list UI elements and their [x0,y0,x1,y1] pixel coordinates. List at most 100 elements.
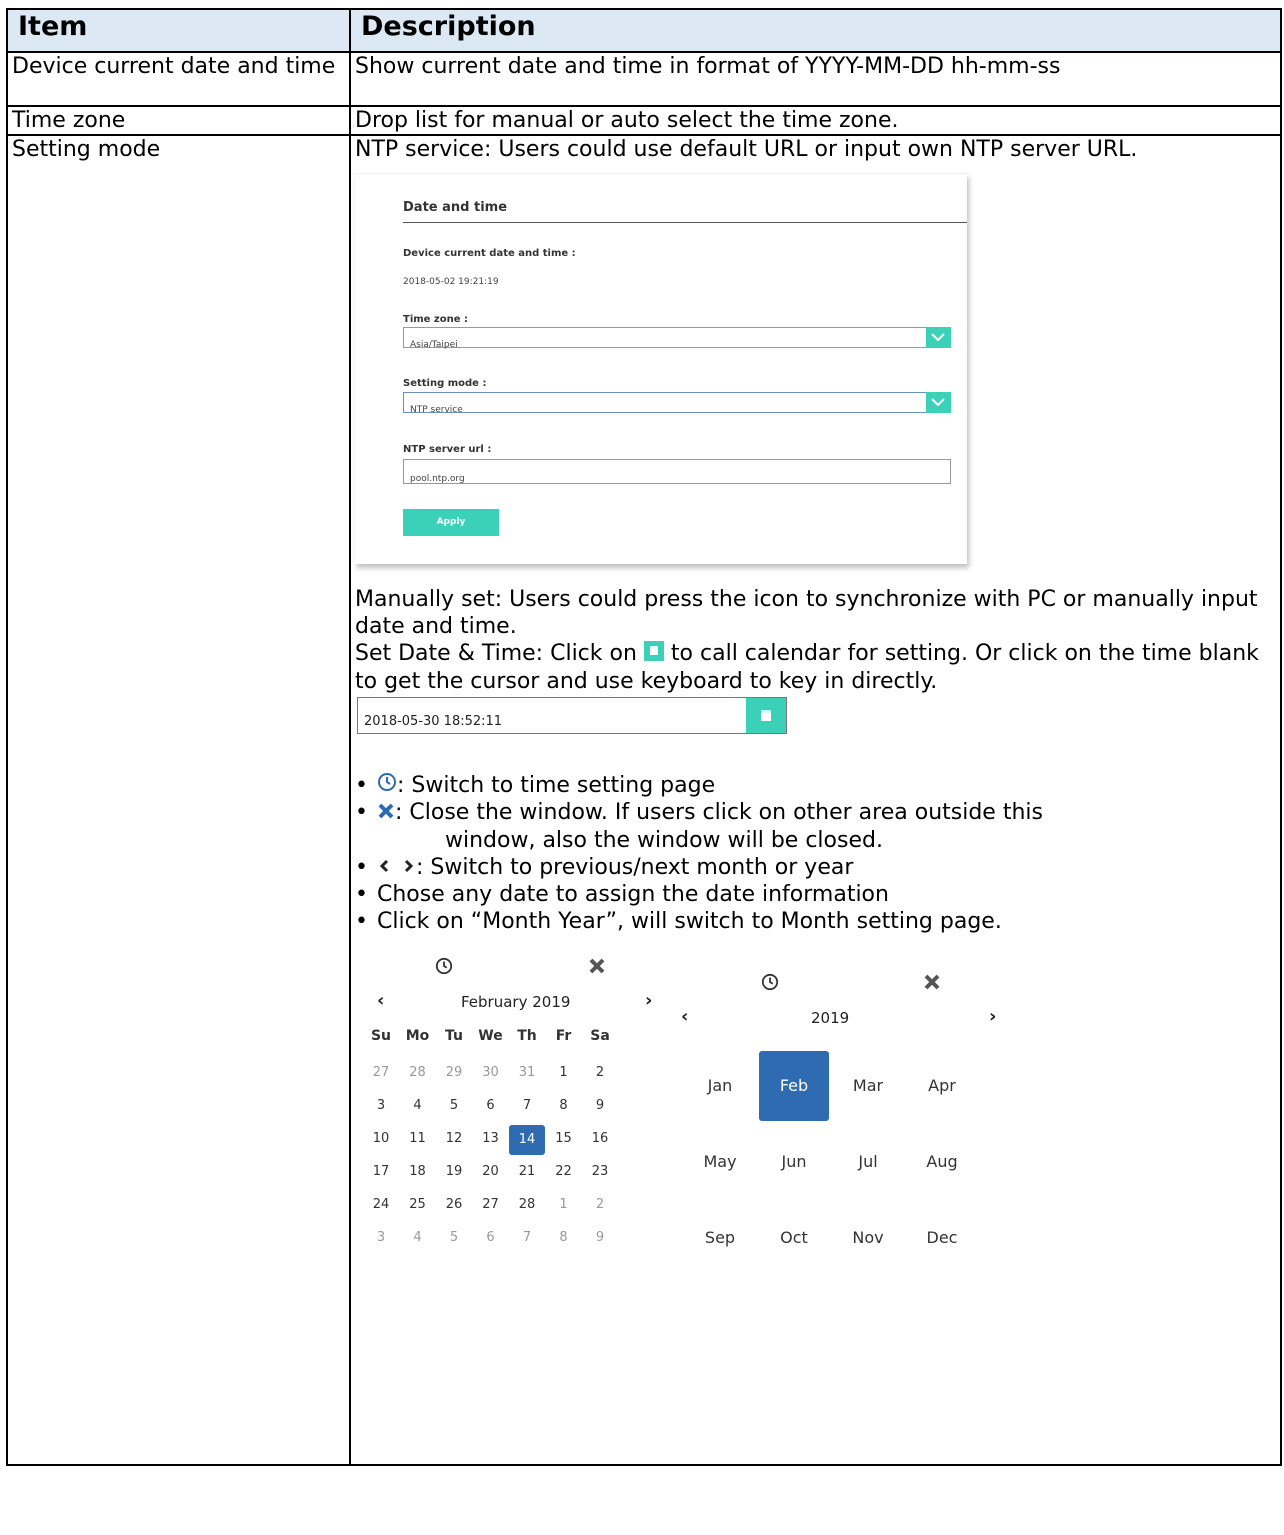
chevron-down-icon[interactable] [926,392,951,413]
next-year-button[interactable]: › [989,1003,996,1030]
day-cell[interactable]: 18 [400,1158,436,1185]
day-cell[interactable]: 13 [473,1125,509,1152]
day-cell[interactable]: 7 [509,1092,545,1119]
day-cell[interactable]: 21 [509,1158,545,1185]
row-item: Time zone [6,105,351,136]
day-cell[interactable]: 28 [400,1059,436,1086]
weekday-header: Tu [445,1028,463,1044]
datetime-input-value: 2018-05-30 18:52:11 [364,713,503,729]
day-cell[interactable]: 1 [546,1059,582,1086]
chevron-down-icon[interactable] [926,327,951,348]
list-item: Click on “Month Year”, will switch to Mo… [355,908,1276,935]
manual-description: Manually set: Users could press the icon… [355,587,1258,639]
month-cell[interactable]: Feb [759,1051,829,1121]
day-cell[interactable]: 22 [546,1158,582,1185]
current-datetime-label: Device current date and time : [403,248,576,259]
list-item: Chose any date to assign the date inform… [355,881,1276,908]
prev-year-button[interactable]: ‹ [681,1003,688,1030]
day-cell[interactable]: 4 [400,1092,436,1119]
day-cell[interactable]: 2 [582,1059,618,1086]
month-cell[interactable]: Mar [833,1051,903,1121]
day-cell[interactable]: 20 [473,1158,509,1185]
day-cell[interactable]: 2 [582,1191,618,1218]
timezone-value: Asia/Taipei [410,340,458,350]
month-cell[interactable]: Apr [907,1051,977,1121]
day-cell[interactable]: 4 [400,1224,436,1251]
header-description: Description [349,8,1282,53]
row-desc: Drop list for manual or auto select the … [349,105,1282,136]
month-cell[interactable]: Sep [685,1203,755,1273]
day-cell[interactable]: 29 [436,1059,472,1086]
day-cell[interactable]: 19 [436,1158,472,1185]
day-cell[interactable]: 17 [363,1158,399,1185]
day-cell[interactable]: 1 [546,1191,582,1218]
day-cell[interactable]: 8 [546,1224,582,1251]
day-cell[interactable]: 11 [400,1125,436,1152]
day-cell[interactable]: 31 [509,1059,545,1086]
year-title[interactable]: 2019 [811,1005,849,1032]
clock-icon[interactable] [761,971,779,998]
day-cell[interactable]: 9 [582,1224,618,1251]
clock-icon [377,772,397,799]
bullet-2a: : Close the window. If users click on ot… [395,800,1043,825]
month-cell[interactable]: May [685,1127,755,1197]
day-cell[interactable]: 28 [509,1191,545,1218]
day-cell[interactable]: 7 [509,1224,545,1251]
month-year-title[interactable]: February 2019 [461,989,570,1016]
day-cell[interactable]: 3 [363,1092,399,1119]
day-cell[interactable]: 14 [509,1125,545,1155]
day-cell[interactable]: 8 [546,1092,582,1119]
cropped-top-text [0,0,1284,8]
month-cell[interactable]: Oct [759,1203,829,1273]
set-date-time-description: Set Date & Time: Click on to call calend… [355,640,1276,695]
prev-month-button[interactable]: ‹ [377,987,384,1014]
day-cell[interactable]: 16 [582,1125,618,1152]
month-cell[interactable]: Jun [759,1127,829,1197]
day-cell[interactable]: 23 [582,1158,618,1185]
weekday-header: Su [370,1028,392,1044]
calendar-button[interactable] [746,697,786,733]
month-cell[interactable]: Jan [685,1051,755,1121]
month-cell[interactable]: Nov [833,1203,903,1273]
day-cell[interactable]: 27 [473,1191,509,1218]
apply-button[interactable]: Apply [403,509,499,536]
bullet-1: : Switch to time setting page [397,772,716,798]
list-item: : Switch to previous/next month or year [355,854,1276,882]
set-date-time-text-a: Set Date & Time: Click on [355,641,637,666]
month-cell[interactable]: Jul [833,1127,903,1197]
close-icon[interactable] [588,957,606,985]
close-icon[interactable] [923,971,941,998]
day-cell[interactable]: 9 [582,1092,618,1119]
row-item: Device current date and time [6,51,351,107]
day-cell[interactable]: 3 [363,1224,399,1251]
month-cell[interactable]: Dec [907,1203,977,1273]
month-cell[interactable]: Aug [907,1127,977,1197]
day-cell[interactable]: 6 [473,1092,509,1119]
day-cell[interactable]: 12 [436,1125,472,1152]
datetime-input[interactable]: 2018-05-30 18:52:11 [357,696,787,734]
clock-icon[interactable] [435,957,453,985]
day-cell[interactable]: 27 [363,1059,399,1086]
day-cell[interactable]: 25 [400,1191,436,1218]
panel-title: Date and time [403,200,508,215]
close-icon [377,800,395,827]
bullet-3: : Switch to previous/next month or year [416,854,854,880]
day-cell[interactable]: 10 [363,1125,399,1152]
setting-mode-value: NTP service [410,405,463,415]
day-cell[interactable]: 24 [363,1191,399,1218]
day-cell[interactable]: 5 [436,1092,472,1119]
next-month-button[interactable]: › [645,987,652,1014]
ntp-url-input[interactable]: pool.ntp.org [403,459,951,484]
setting-mode-select[interactable]: NTP service [403,392,951,415]
table-row: Device current date and time Show curren… [6,51,1282,107]
day-cell[interactable]: 26 [436,1191,472,1218]
timezone-select[interactable]: Asia/Taipei [403,327,951,350]
divider [403,222,967,223]
table-header-row: Item Description [6,8,1282,53]
day-cell[interactable]: 5 [436,1224,472,1251]
bullet-list: : Switch to time setting page : Close th… [355,772,1276,936]
day-cell[interactable]: 6 [473,1224,509,1251]
day-cell[interactable]: 15 [546,1125,582,1152]
day-cell[interactable]: 30 [473,1059,509,1086]
table-row: Setting mode NTP service: Users could us… [6,134,1282,1466]
